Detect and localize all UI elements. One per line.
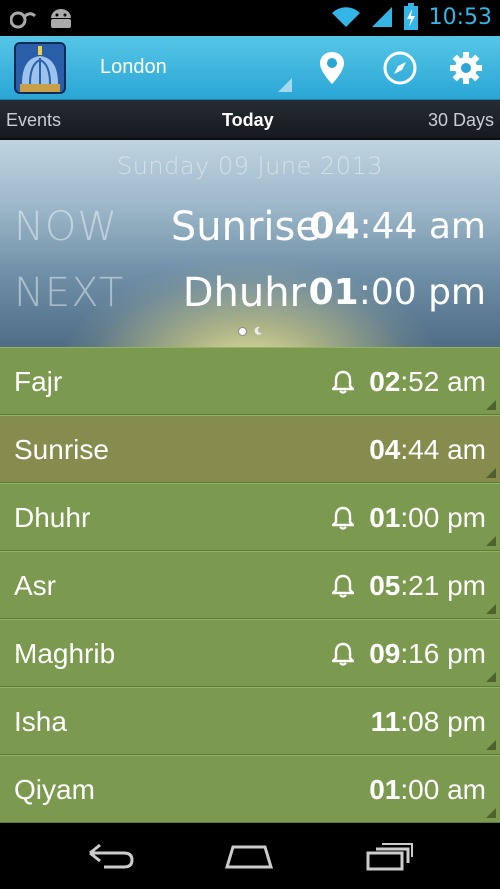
tab-events[interactable]: Events bbox=[6, 110, 61, 131]
status-bar: 10:53 bbox=[0, 0, 500, 36]
android-debug-icon bbox=[51, 9, 71, 28]
battery-charging-icon bbox=[403, 3, 418, 30]
alarm-bell-icon[interactable] bbox=[332, 574, 354, 598]
alarm-bell-icon[interactable] bbox=[332, 642, 354, 666]
now-next-panel[interactable]: Sunday 09 June 2013 NOW Sunrise 04:44 am… bbox=[0, 140, 500, 347]
prayer-time: 05:21 pm bbox=[369, 570, 486, 601]
current-date: Sunday 09 June 2013 bbox=[116, 152, 384, 180]
row-options-indicator bbox=[486, 468, 496, 478]
now-prayer-time: 04:44 am bbox=[309, 206, 486, 247]
prayer-name: Fajr bbox=[14, 366, 63, 397]
city-dropdown-indicator bbox=[278, 78, 292, 92]
location-pin-icon[interactable] bbox=[314, 50, 350, 86]
now-label: NOW bbox=[14, 204, 118, 250]
now-prayer-name: Sunrise bbox=[170, 204, 320, 250]
tab-bar: Events Today 30 Days bbox=[0, 100, 500, 140]
prayer-row-asr[interactable]: Asr 05:21 pm bbox=[0, 551, 500, 619]
prayer-row-dhuhr[interactable]: Dhuhr 01:00 pm bbox=[0, 483, 500, 551]
alarm-bell-icon[interactable] bbox=[332, 506, 354, 530]
prayer-name: Asr bbox=[14, 570, 56, 601]
action-bar: London bbox=[0, 36, 500, 100]
prayer-row-isha[interactable]: Isha 11:08 pm bbox=[0, 687, 500, 755]
prayer-name: Sunrise bbox=[14, 434, 109, 465]
next-prayer-name: Dhuhr bbox=[182, 270, 306, 316]
compass-icon[interactable] bbox=[382, 50, 418, 86]
prayer-time: 04:44 am bbox=[369, 434, 486, 465]
city-selector[interactable]: London bbox=[100, 56, 167, 79]
crescent-moon-icon bbox=[254, 326, 262, 335]
gear-icon[interactable] bbox=[448, 50, 484, 86]
prayer-time: 01:00 pm bbox=[369, 502, 486, 533]
tab-30-days[interactable]: 30 Days bbox=[428, 110, 494, 131]
home-icon[interactable] bbox=[224, 841, 274, 871]
row-options-indicator bbox=[486, 808, 496, 818]
prayer-name: Maghrib bbox=[14, 638, 116, 669]
row-options-indicator bbox=[486, 536, 496, 546]
prayer-row-qiyam[interactable]: Qiyam 01:00 am bbox=[0, 755, 500, 823]
signal-icon bbox=[371, 7, 392, 27]
row-options-indicator bbox=[486, 604, 496, 614]
page-indicator bbox=[238, 326, 263, 336]
prayer-name: Qiyam bbox=[14, 774, 95, 805]
navigation-bar bbox=[0, 823, 500, 889]
app-mosque-icon[interactable] bbox=[14, 42, 66, 94]
row-options-indicator bbox=[486, 672, 496, 682]
tab-today[interactable]: Today bbox=[222, 110, 274, 131]
prayer-row-fajr[interactable]: Fajr 02:52 am bbox=[0, 347, 500, 415]
recent-apps-icon[interactable] bbox=[364, 841, 414, 871]
alarm-bell-icon[interactable] bbox=[332, 370, 354, 394]
prayer-name: Isha bbox=[14, 706, 67, 737]
next-prayer-time: 01:00 pm bbox=[308, 272, 486, 313]
next-label: NEXT bbox=[14, 270, 125, 316]
prayer-name: Dhuhr bbox=[14, 502, 91, 533]
status-time: 10:53 bbox=[428, 4, 492, 30]
back-icon[interactable] bbox=[86, 841, 136, 871]
wifi-icon bbox=[331, 7, 360, 27]
prayer-time: 09:16 pm bbox=[369, 638, 486, 669]
prayer-row-sunrise[interactable]: Sunrise 04:44 am bbox=[0, 415, 500, 483]
prayer-time: 01:00 am bbox=[369, 774, 486, 805]
prayer-time: 11:08 pm bbox=[370, 706, 486, 737]
row-options-indicator bbox=[486, 740, 496, 750]
row-options-indicator bbox=[486, 400, 496, 410]
prayer-time: 02:52 am bbox=[369, 366, 486, 397]
page-indicator-dot-active bbox=[238, 326, 247, 336]
prayer-times-list: Fajr 02:52 am Sunrise 04:44 am Dhuhr 01:00 pm… bbox=[0, 347, 500, 823]
prayer-row-maghrib[interactable]: Maghrib 09:16 pm bbox=[0, 619, 500, 687]
usb-notification-icon bbox=[10, 11, 36, 29]
